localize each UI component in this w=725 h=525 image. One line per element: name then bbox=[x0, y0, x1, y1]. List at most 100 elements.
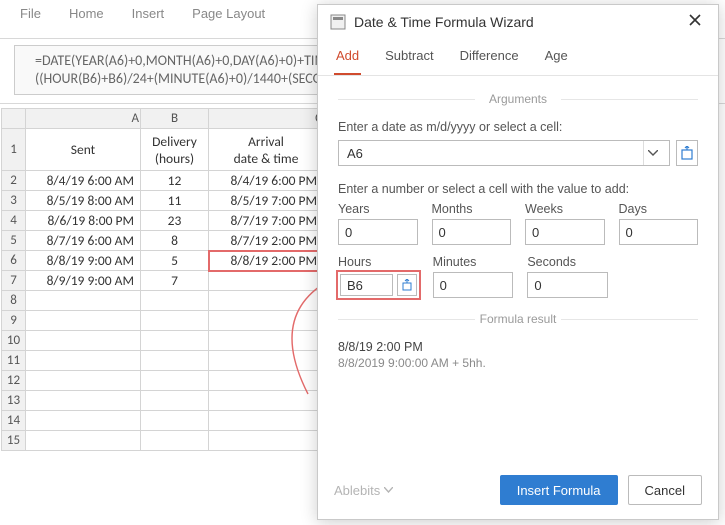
ribbon-tab-home[interactable]: Home bbox=[69, 6, 104, 21]
cell[interactable]: 12 bbox=[141, 171, 209, 191]
row-header[interactable]: 15 bbox=[2, 431, 26, 451]
cell[interactable]: 5 bbox=[141, 251, 209, 271]
insert-formula-button[interactable]: Insert Formula bbox=[500, 475, 618, 505]
section-result: Formula result bbox=[338, 312, 698, 326]
table-header-delivery[interactable]: Delivery (hours) bbox=[141, 129, 209, 171]
select-all-corner[interactable] bbox=[2, 109, 26, 129]
row-header[interactable]: 14 bbox=[2, 411, 26, 431]
ribbon-tab-insert[interactable]: Insert bbox=[132, 6, 165, 21]
ribbon-tabs: File Home Insert Page Layout bbox=[0, 6, 265, 21]
col-header-c[interactable]: C bbox=[209, 109, 324, 129]
row-header[interactable]: 13 bbox=[2, 391, 26, 411]
row-header[interactable]: 10 bbox=[2, 331, 26, 351]
cell[interactable] bbox=[209, 291, 324, 311]
row-header[interactable]: 8 bbox=[2, 291, 26, 311]
chevron-down-icon bbox=[384, 487, 393, 493]
cell[interactable] bbox=[26, 411, 141, 431]
ribbon-tab-file[interactable]: File bbox=[20, 6, 41, 21]
result-description: 8/8/2019 9:00:00 AM + 5hh. bbox=[338, 356, 698, 370]
input-months[interactable] bbox=[432, 219, 512, 245]
col-header-b[interactable]: B bbox=[141, 109, 209, 129]
input-days[interactable] bbox=[619, 219, 699, 245]
tab-age[interactable]: Age bbox=[543, 40, 570, 75]
wizard-tabs: Add Subtract Difference Age bbox=[318, 36, 718, 76]
row-header[interactable]: 6 bbox=[2, 251, 26, 271]
cell[interactable] bbox=[209, 351, 324, 371]
table-header-arrival[interactable]: Arrival date & time bbox=[209, 129, 324, 171]
ribbon-tab-pagelayout[interactable]: Page Layout bbox=[192, 6, 265, 21]
cell[interactable] bbox=[141, 331, 209, 351]
cell[interactable]: 8/9/19 9:00 AM bbox=[26, 271, 141, 291]
cell[interactable]: 8/8/19 9:00 AM bbox=[26, 251, 141, 271]
row-header[interactable]: 3 bbox=[2, 191, 26, 211]
tab-subtract[interactable]: Subtract bbox=[383, 40, 435, 75]
cell[interactable] bbox=[209, 431, 324, 451]
input-seconds[interactable] bbox=[527, 272, 608, 298]
cell[interactable] bbox=[141, 431, 209, 451]
input-minutes[interactable] bbox=[433, 272, 514, 298]
cell[interactable]: 11 bbox=[141, 191, 209, 211]
cell[interactable] bbox=[141, 371, 209, 391]
date-input[interactable]: A6 bbox=[338, 140, 670, 166]
tab-difference[interactable]: Difference bbox=[458, 40, 521, 75]
wizard-title: Date & Time Formula Wizard bbox=[354, 14, 688, 30]
row-header[interactable]: 11 bbox=[2, 351, 26, 371]
cell[interactable] bbox=[209, 371, 324, 391]
cell[interactable] bbox=[26, 291, 141, 311]
brand-label[interactable]: Ablebits bbox=[334, 483, 490, 498]
input-years[interactable] bbox=[338, 219, 418, 245]
cell-ref-button[interactable] bbox=[676, 140, 698, 166]
cell[interactable]: 8/5/19 8:00 AM bbox=[26, 191, 141, 211]
cell[interactable] bbox=[26, 311, 141, 331]
cell[interactable]: 8/8/19 2:00 PM bbox=[209, 251, 324, 271]
tab-add[interactable]: Add bbox=[334, 40, 361, 75]
cell[interactable] bbox=[141, 351, 209, 371]
cell[interactable] bbox=[141, 311, 209, 331]
cell[interactable] bbox=[209, 271, 324, 291]
label-minutes: Minutes bbox=[433, 255, 514, 269]
row-header[interactable]: 2 bbox=[2, 171, 26, 191]
row-header[interactable]: 12 bbox=[2, 371, 26, 391]
cell[interactable]: 23 bbox=[141, 211, 209, 231]
cell[interactable] bbox=[209, 411, 324, 431]
cell[interactable]: 8 bbox=[141, 231, 209, 251]
hint-value: Enter a number or select a cell with the… bbox=[338, 182, 698, 196]
input-hours[interactable] bbox=[340, 274, 393, 296]
label-hours: Hours bbox=[338, 255, 419, 269]
cell[interactable]: 7 bbox=[141, 271, 209, 291]
cancel-button[interactable]: Cancel bbox=[628, 475, 702, 505]
col-header-a[interactable]: A bbox=[26, 109, 141, 129]
cell[interactable] bbox=[26, 391, 141, 411]
result-value: 8/8/19 2:00 PM bbox=[338, 340, 698, 354]
cell[interactable]: 8/4/19 6:00 AM bbox=[26, 171, 141, 191]
row-header[interactable]: 7 bbox=[2, 271, 26, 291]
cell[interactable]: 8/7/19 6:00 AM bbox=[26, 231, 141, 251]
cell[interactable]: 8/5/19 7:00 PM bbox=[209, 191, 324, 211]
input-weeks[interactable] bbox=[525, 219, 605, 245]
cell[interactable] bbox=[141, 411, 209, 431]
row-header[interactable]: 5 bbox=[2, 231, 26, 251]
row-header[interactable]: 9 bbox=[2, 311, 26, 331]
cell[interactable] bbox=[209, 391, 324, 411]
spreadsheet: A B C 1 Sent Delivery (hours) Arrival da… bbox=[1, 108, 324, 451]
hint-date: Enter a date as m/d/yyyy or select a cel… bbox=[338, 120, 698, 134]
cell[interactable]: 8/7/19 7:00 PM bbox=[209, 211, 324, 231]
cell[interactable] bbox=[26, 431, 141, 451]
row-header[interactable]: 4 bbox=[2, 211, 26, 231]
close-icon[interactable] bbox=[688, 13, 706, 30]
cell[interactable] bbox=[141, 391, 209, 411]
row-header[interactable]: 1 bbox=[2, 129, 26, 171]
label-months: Months bbox=[432, 202, 512, 216]
cell[interactable] bbox=[209, 311, 324, 331]
cell[interactable]: 8/7/19 2:00 PM bbox=[209, 231, 324, 251]
cell[interactable] bbox=[26, 371, 141, 391]
cell[interactable] bbox=[141, 291, 209, 311]
cell[interactable] bbox=[26, 351, 141, 371]
chevron-down-icon[interactable] bbox=[643, 141, 661, 165]
cell[interactable] bbox=[26, 331, 141, 351]
cell-ref-button-hours[interactable] bbox=[397, 274, 417, 296]
cell[interactable]: 8/4/19 6:00 PM bbox=[209, 171, 324, 191]
cell[interactable] bbox=[209, 331, 324, 351]
cell[interactable]: 8/6/19 8:00 PM bbox=[26, 211, 141, 231]
table-header-sent[interactable]: Sent bbox=[26, 129, 141, 171]
